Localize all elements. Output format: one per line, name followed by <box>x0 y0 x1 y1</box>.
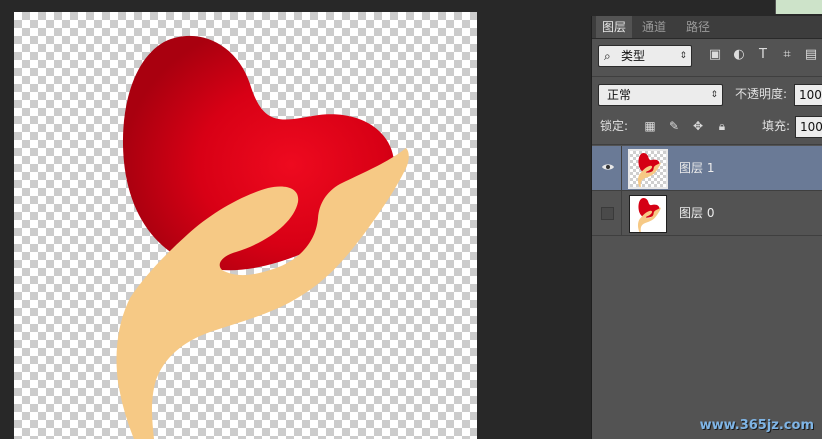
fill-label: 填充: <box>762 119 791 133</box>
heart-in-hand-artwork <box>116 35 409 439</box>
lock-all-icon[interactable]: 🔒︎ <box>714 117 730 135</box>
chevron-updown-icon: ⇕ <box>679 51 687 61</box>
lock-transparent-pixels-icon[interactable]: ▦ <box>642 117 658 135</box>
adjustment-filter-icon[interactable]: ◐ <box>730 46 748 64</box>
tab-paths[interactable]: 路径 <box>680 16 716 38</box>
chevron-updown-icon: ⇕ <box>710 90 718 100</box>
layer-filter-row: ⌕ 类型 ⇕ ▣ ◐ T ⌗ ▤ <box>592 43 822 69</box>
shape-filter-icon[interactable]: ⌗ <box>778 46 796 64</box>
layer-name: 图层 1 <box>679 161 715 175</box>
adjacent-panel-strip <box>775 0 822 14</box>
lock-position-icon[interactable]: ✥ <box>690 117 706 135</box>
panel-tab-bar: 图层 通道 路径 <box>592 16 822 39</box>
blend-mode-dropdown[interactable]: 正常 ⇕ <box>598 84 723 106</box>
tab-layers[interactable]: 图层 <box>596 16 633 38</box>
divider <box>592 76 822 77</box>
layer-thumbnail <box>628 149 668 189</box>
layers-panel: 图层 通道 路径 ⌕ 类型 ⇕ ▣ ◐ T ⌗ ▤ 正常 ⇕ 不透明度: 100… <box>591 16 822 439</box>
visibility-toggle[interactable] <box>592 191 622 235</box>
layer-thumbnail <box>629 195 667 233</box>
visibility-toggle[interactable] <box>592 146 622 190</box>
layer-name: 图层 0 <box>679 206 715 220</box>
divider <box>592 144 822 145</box>
divider <box>592 235 822 236</box>
filter-kind-label: 类型 <box>621 49 646 63</box>
filter-kind-dropdown[interactable]: ⌕ 类型 ⇕ <box>598 45 692 67</box>
smart-object-filter-icon[interactable]: ▤ <box>802 46 820 64</box>
layer-row-layer-0[interactable]: 图层 0 <box>592 191 822 235</box>
blend-opacity-row: 正常 ⇕ 不透明度: 100 <box>592 83 822 107</box>
opacity-label: 不透明度: <box>735 87 788 101</box>
document-canvas[interactable] <box>14 12 477 439</box>
lock-fill-row: 锁定: ▦ ✎ ✥ 🔒︎ 填充: 100 <box>592 115 822 139</box>
lock-label: 锁定: <box>600 119 629 133</box>
blend-mode-value: 正常 <box>607 88 632 102</box>
type-filter-icon[interactable]: T <box>754 46 772 64</box>
fill-input[interactable]: 100 <box>795 116 822 138</box>
site-watermark: www.365jz.com <box>699 418 814 433</box>
image-filter-icon[interactable]: ▣ <box>706 46 724 64</box>
tab-channels[interactable]: 通道 <box>636 16 672 38</box>
eye-icon <box>602 164 614 170</box>
lock-image-pixels-icon[interactable]: ✎ <box>666 117 682 135</box>
hidden-visibility-box <box>601 207 614 220</box>
search-icon: ⌕ <box>604 49 611 63</box>
layer-row-layer-1[interactable]: 图层 1 <box>592 146 822 190</box>
opacity-input[interactable]: 100 <box>794 84 822 106</box>
